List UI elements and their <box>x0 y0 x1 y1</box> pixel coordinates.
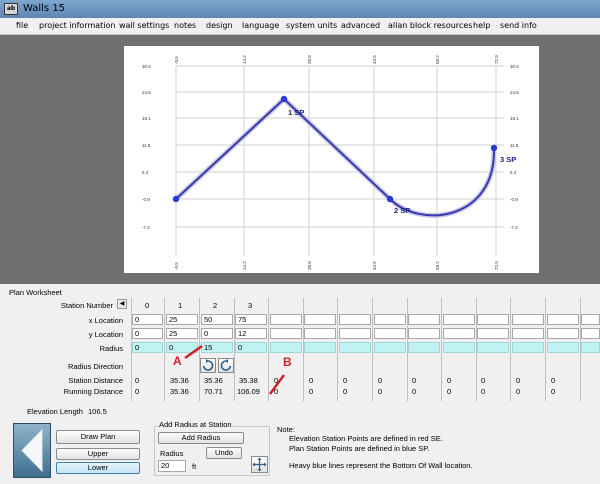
radius-unit-label: ft <box>192 462 197 471</box>
x-tick-top: 14.2 <box>242 55 247 64</box>
title-bar: ab Walls 15 <box>0 0 600 18</box>
menu-send-info[interactable]: send info <box>500 21 537 30</box>
app-logo-icon: ab <box>4 3 18 15</box>
triangle-left-icon <box>21 428 43 473</box>
x-tick-bottom: 28.8 <box>307 261 312 270</box>
y-tick-left: -0.9 <box>142 197 150 202</box>
note-line-2: Plan Station Points are defined in blue … <box>289 444 430 453</box>
annotation-label-a: A <box>173 354 182 368</box>
wall-line-shadow <box>174 95 392 201</box>
menu-system-units[interactable]: system units <box>286 21 337 30</box>
y-tick-right: 30.6 <box>510 64 519 69</box>
menu-file[interactable]: file <box>16 21 28 30</box>
radius-value-input[interactable]: 20 <box>158 460 186 472</box>
menu-wall-settings[interactable]: wall settings <box>119 21 169 30</box>
previous-view-button[interactable] <box>13 423 51 478</box>
x-tick-top: 58.2 <box>435 55 440 64</box>
menu-advanced[interactable]: advanced <box>341 21 380 30</box>
upper-button[interactable]: Upper <box>56 448 140 460</box>
y-tick-left: 5.4 <box>142 170 149 175</box>
menu-notes[interactable]: notes <box>174 21 196 30</box>
annotation-label-b: B <box>283 355 292 369</box>
grid-lines <box>175 65 504 256</box>
wall-line[interactable] <box>175 97 391 200</box>
y-tick-right: -0.9 <box>510 197 518 202</box>
lower-button[interactable]: Lower <box>56 462 140 474</box>
y-tick-right: 24.5 <box>510 90 519 95</box>
y-tick-left: 18.1 <box>142 116 151 121</box>
x-tick-top: -0.5 <box>174 56 179 64</box>
note-line-3: Heavy blue lines represent the Bottom Of… <box>289 461 473 470</box>
add-radius-button[interactable]: Add Radius <box>158 432 244 444</box>
move-icon[interactable] <box>251 456 268 473</box>
y-tick-left: 30.6 <box>142 64 151 69</box>
menu-design[interactable]: design <box>206 21 233 30</box>
canvas-area: 30.6 24.5 18.1 11.8 5.4 -0.9 -7.3 30.6 2… <box>0 35 600 284</box>
y-tick-left: -7.3 <box>142 225 150 230</box>
undo-button[interactable]: Undo <box>206 447 242 459</box>
menu-project-information[interactable]: project information <box>39 21 115 30</box>
plan-plot-svg: 30.6 24.5 18.1 11.8 5.4 -0.9 -7.3 30.6 2… <box>142 55 519 270</box>
plan-plot: 30.6 24.5 18.1 11.8 5.4 -0.9 -7.3 30.6 2… <box>124 46 539 273</box>
x-tick-top: 28.8 <box>307 55 312 64</box>
point-label-2: 2 SP <box>394 206 410 215</box>
elevation-length-label: Elevation Length <box>27 407 83 416</box>
y-tick-right: 5.4 <box>510 170 517 175</box>
menu-allan-block-resources[interactable]: allan block resources <box>388 21 472 30</box>
menu-bar: file project information wall settings n… <box>0 18 600 35</box>
note-line-1: Elevation Station Points are defined in … <box>289 434 443 443</box>
y-tick-right: -7.3 <box>510 225 518 230</box>
draw-plan-button[interactable]: Draw Plan <box>56 430 140 444</box>
station-point-2[interactable] <box>386 195 394 203</box>
x-tick-bottom: 72.9 <box>494 261 499 270</box>
x-tick-top: 43.5 <box>372 55 377 64</box>
x-tick-bottom: -0.5 <box>174 262 179 270</box>
x-tick-bottom: 43.5 <box>372 261 377 270</box>
x-tick-bottom: 14.2 <box>242 261 247 270</box>
note-title: Note: <box>277 425 295 434</box>
y-tick-left: 24.5 <box>142 90 151 95</box>
x-tick-bottom: 58.2 <box>435 261 440 270</box>
station-point-0[interactable] <box>172 195 180 203</box>
plan-worksheet-panel: Plan Worksheet Station Number ◀ x Locati… <box>0 284 600 484</box>
x-tick-top: 72.9 <box>494 55 499 64</box>
menu-help[interactable]: help <box>473 21 490 30</box>
point-label-3: 3 SP <box>500 155 516 164</box>
station-point-3[interactable] <box>490 144 498 152</box>
station-point-1[interactable] <box>280 95 288 103</box>
menu-language[interactable]: language <box>242 21 279 30</box>
radius-field-label: Radius <box>160 449 184 458</box>
window-title: Walls 15 <box>23 3 66 14</box>
annotation-arrow-a <box>184 344 203 360</box>
y-tick-right: 18.1 <box>510 116 519 121</box>
y-tick-right: 11.8 <box>510 143 519 148</box>
y-tick-left: 11.8 <box>142 143 151 148</box>
annotation-arrow-b <box>268 374 286 395</box>
add-radius-group-title: Add Radius at Station <box>158 420 233 429</box>
elevation-length-value: 106.5 <box>88 407 107 416</box>
point-label-1: 1 SP <box>288 108 304 117</box>
